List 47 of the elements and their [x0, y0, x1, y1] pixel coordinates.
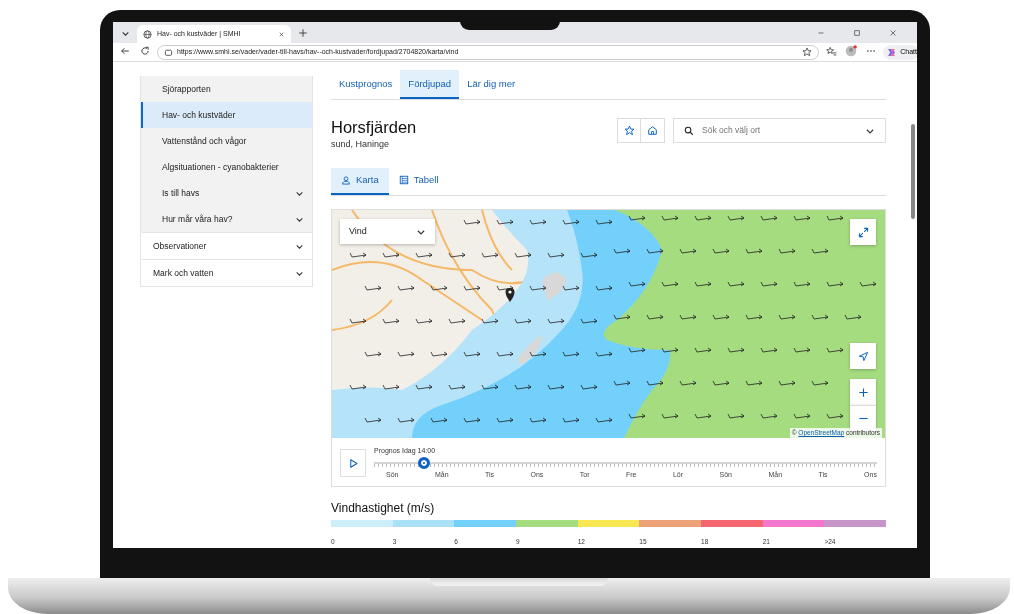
- globe-icon: [143, 29, 152, 39]
- tab[interactable]: Kustprognos: [331, 70, 401, 100]
- sidebar-item[interactable]: Algsituationen - cyanobakterier: [141, 154, 312, 180]
- location-title: Horsfjärden: [331, 118, 417, 137]
- view-tab[interactable]: Karta: [331, 167, 389, 196]
- layer-select[interactable]: Vind: [340, 219, 435, 245]
- home-button[interactable]: [641, 118, 665, 144]
- fullscreen-button[interactable]: [850, 219, 876, 246]
- avatar-icon: [845, 45, 858, 57]
- tab[interactable]: Lär dig mer: [459, 70, 524, 100]
- view-tab[interactable]: Tabell: [388, 167, 449, 196]
- tab[interactable]: Fördjupad: [400, 70, 460, 100]
- sidebar-item[interactable]: Hur mår våra hav?: [141, 206, 312, 232]
- plus-icon: [857, 386, 869, 398]
- star-icon: [623, 125, 635, 137]
- maximize-icon: [853, 29, 861, 37]
- person-pin-icon: [341, 175, 351, 185]
- profile-button[interactable]: [843, 43, 860, 59]
- search-field[interactable]: Sök och välj ort: [673, 118, 886, 144]
- sidebar-item[interactable]: Is till havs: [141, 180, 312, 206]
- legend-title: Vindhastighet (m/s): [331, 500, 436, 518]
- search-input[interactable]: Sök och välj ort: [702, 124, 857, 138]
- locate-button[interactable]: [850, 343, 876, 370]
- plus-icon: [298, 28, 308, 38]
- sidebar-item[interactable]: Hav- och kustväder: [141, 102, 312, 128]
- minimize-icon: [817, 29, 825, 37]
- zoom-in-button[interactable]: [850, 379, 876, 406]
- close-icon[interactable]: [278, 30, 285, 38]
- sidebar-item[interactable]: Vattenstånd och vågor: [141, 128, 312, 154]
- timeline-thumb[interactable]: [418, 456, 431, 469]
- location-subtitle: sund, Haninge: [331, 138, 391, 152]
- close-icon: [889, 29, 897, 37]
- star-icon[interactable]: [802, 47, 813, 57]
- favorite-button[interactable]: [617, 118, 641, 144]
- sidebar-item[interactable]: Sjörapporten: [141, 76, 312, 102]
- reload-icon: [140, 46, 150, 56]
- navigation-arrow-icon: [857, 350, 869, 362]
- scrollbar-thumb[interactable]: [911, 124, 915, 219]
- search-icon: [684, 125, 694, 136]
- play-button[interactable]: [340, 449, 366, 478]
- play-icon: [347, 457, 359, 469]
- back-arrow-icon: [120, 46, 130, 56]
- home-icon: [647, 125, 658, 137]
- expand-icon: [857, 226, 869, 238]
- wind-map-drawing[interactable]: [332, 210, 885, 439]
- table-icon: [398, 175, 409, 185]
- star-list-icon: [825, 45, 837, 57]
